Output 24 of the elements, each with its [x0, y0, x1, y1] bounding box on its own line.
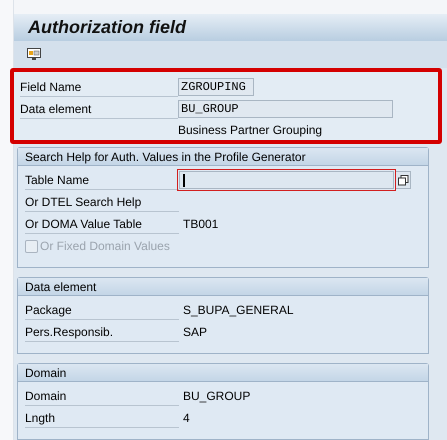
field-value: BU_GROUP — [183, 388, 250, 405]
field-label: Lngth — [25, 408, 179, 428]
field-label: Data element — [20, 99, 178, 119]
field-label: Or DOMA Value Table — [25, 214, 179, 234]
table-name-field[interactable] — [179, 171, 394, 189]
checkbox-label: Or Fixed Domain Values — [40, 238, 170, 255]
copy-icon[interactable] — [395, 171, 411, 189]
field-label: Or DTEL Search Help — [25, 192, 179, 212]
window-title: Authorization field — [28, 16, 186, 39]
field-label: Field Name — [20, 77, 178, 97]
field-value: S_BUPA_GENERAL — [183, 302, 294, 319]
field-value: SAP — [183, 324, 208, 341]
group-title: Domain — [25, 364, 66, 382]
display-icon[interactable] — [26, 46, 42, 62]
group-title: Search Help for Auth. Values in the Profile Generator — [25, 148, 306, 166]
field-value: TB001 — [183, 216, 218, 233]
field-value: 4 — [183, 410, 190, 427]
field-label: Package — [25, 300, 179, 320]
group-title: Data element — [25, 278, 96, 296]
field-value-box: BU_GROUP — [178, 100, 393, 118]
field-label: Pers.Responsib. — [25, 322, 179, 342]
field-value-box: ZGROUPING — [178, 78, 254, 96]
field-label: Domain — [25, 386, 179, 406]
data-element-description: Business Partner Grouping — [178, 122, 322, 139]
